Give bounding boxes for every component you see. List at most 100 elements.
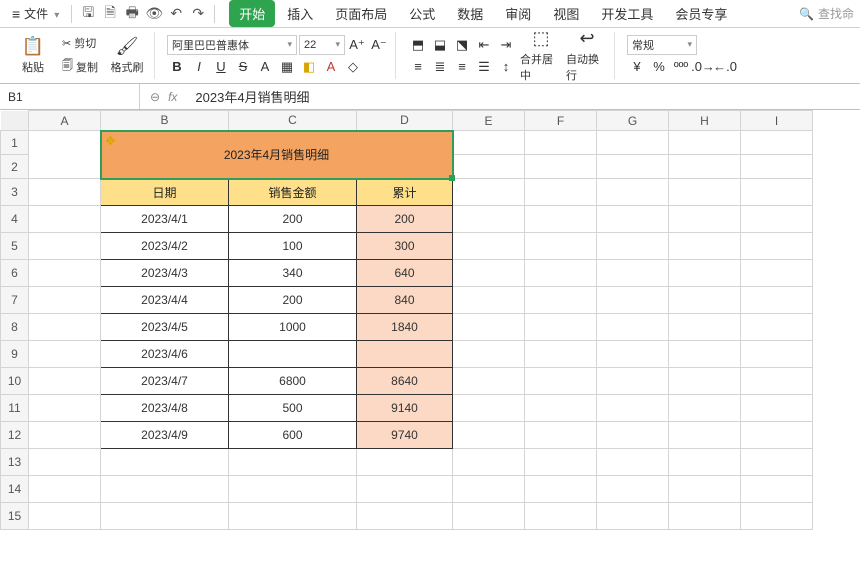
cell-empty[interactable] <box>597 341 669 368</box>
cell-empty[interactable] <box>669 368 741 395</box>
cell-empty[interactable] <box>741 260 813 287</box>
borders-button[interactable]: ▦ <box>277 57 297 77</box>
row-header-14[interactable]: 14 <box>1 476 29 503</box>
copy-button[interactable]: 🗐 复制 <box>58 55 102 78</box>
merge-center-button[interactable]: ⬚ 合并居中 <box>520 28 562 83</box>
cell-empty[interactable] <box>741 314 813 341</box>
cell-empty[interactable] <box>669 155 741 179</box>
row-header-11[interactable]: 11 <box>1 395 29 422</box>
cell-date-4[interactable]: 2023/4/1 <box>101 206 229 233</box>
select-all-corner[interactable] <box>1 111 29 131</box>
cell-amount-10[interactable]: 6800 <box>229 368 357 395</box>
cell-empty[interactable] <box>597 395 669 422</box>
cell-empty[interactable] <box>453 503 525 530</box>
cell-empty[interactable] <box>597 155 669 179</box>
decrease-decimal-icon[interactable]: ←.0 <box>715 57 735 77</box>
row-header-13[interactable]: 13 <box>1 449 29 476</box>
increase-font-icon[interactable]: A⁺ <box>347 35 367 55</box>
row-header-15[interactable]: 15 <box>1 503 29 530</box>
header-amount[interactable]: 销售金额 <box>229 179 357 206</box>
cell-A4[interactable] <box>29 206 101 233</box>
cell-empty[interactable] <box>525 131 597 155</box>
cell-empty[interactable] <box>597 287 669 314</box>
cell-empty[interactable] <box>669 179 741 206</box>
cell-accum-5[interactable]: 300 <box>357 233 453 260</box>
cell-empty[interactable] <box>741 476 813 503</box>
cell-empty[interactable] <box>669 395 741 422</box>
cell-empty[interactable] <box>453 206 525 233</box>
tab-start[interactable]: 开始 <box>229 0 275 27</box>
fill-color-button[interactable]: ◧ <box>299 57 319 77</box>
cell-empty[interactable] <box>669 503 741 530</box>
cell-empty[interactable] <box>597 314 669 341</box>
cell-empty[interactable] <box>669 476 741 503</box>
cell-A13[interactable] <box>29 449 101 476</box>
fx-icon[interactable]: fx <box>168 90 177 104</box>
font-name-select[interactable]: 阿里巴巴普惠体 <box>167 35 297 55</box>
italic-button[interactable]: I <box>189 57 209 77</box>
cell-empty[interactable] <box>525 395 597 422</box>
cell-empty[interactable] <box>669 260 741 287</box>
cell-amount-12[interactable]: 600 <box>229 422 357 449</box>
tab-member[interactable]: 会员专享 <box>665 0 737 27</box>
cell-empty[interactable] <box>525 314 597 341</box>
redo-icon[interactable]: ↷ <box>188 4 208 24</box>
row-header-10[interactable]: 10 <box>1 368 29 395</box>
cell-A1[interactable] <box>29 131 101 179</box>
cell-A10[interactable] <box>29 368 101 395</box>
cell-A6[interactable] <box>29 260 101 287</box>
row-header-7[interactable]: 7 <box>1 287 29 314</box>
tab-developer[interactable]: 开发工具 <box>591 0 663 27</box>
increase-decimal-icon[interactable]: .0→ <box>693 57 713 77</box>
align-bottom-icon[interactable]: ⬔ <box>452 35 472 55</box>
cell-empty[interactable] <box>525 422 597 449</box>
cell-A11[interactable] <box>29 395 101 422</box>
cell-empty[interactable] <box>453 233 525 260</box>
align-center-icon[interactable]: ≣ <box>430 57 450 77</box>
cell-empty[interactable] <box>741 287 813 314</box>
row-header-3[interactable]: 3 <box>1 179 29 206</box>
tab-view[interactable]: 视图 <box>543 0 589 27</box>
cell-empty[interactable] <box>453 260 525 287</box>
paste-button[interactable]: 📋 粘贴 <box>12 36 54 75</box>
cell-date-11[interactable]: 2023/4/8 <box>101 395 229 422</box>
cell-empty[interactable] <box>525 260 597 287</box>
cell-empty[interactable] <box>669 449 741 476</box>
cut-button[interactable]: ✂ 剪切 <box>58 33 102 53</box>
cell-empty[interactable] <box>597 368 669 395</box>
cell-empty[interactable] <box>525 368 597 395</box>
cell-A5[interactable] <box>29 233 101 260</box>
row-header-6[interactable]: 6 <box>1 260 29 287</box>
cell-date-12[interactable]: 2023/4/9 <box>101 422 229 449</box>
cell-empty[interactable] <box>453 476 525 503</box>
cell-empty[interactable] <box>597 131 669 155</box>
col-header-F[interactable]: F <box>525 111 597 131</box>
cell-date-5[interactable]: 2023/4/2 <box>101 233 229 260</box>
cell-B14[interactable] <box>101 476 229 503</box>
cell-empty[interactable] <box>453 395 525 422</box>
col-header-D[interactable]: D <box>357 111 453 131</box>
cell-empty[interactable] <box>741 422 813 449</box>
cell-empty[interactable] <box>669 233 741 260</box>
search-box[interactable]: 🔍 查找命 <box>799 5 854 22</box>
cell-accum-8[interactable]: 1840 <box>357 314 453 341</box>
cell-empty[interactable] <box>741 395 813 422</box>
cell-amount-7[interactable]: 200 <box>229 287 357 314</box>
col-header-I[interactable]: I <box>741 111 813 131</box>
col-header-G[interactable]: G <box>597 111 669 131</box>
clear-format-button[interactable]: ◇ <box>343 57 363 77</box>
cell-empty[interactable] <box>525 341 597 368</box>
align-top-icon[interactable]: ⬒ <box>408 35 428 55</box>
cell-empty[interactable] <box>525 476 597 503</box>
cell-empty[interactable] <box>741 368 813 395</box>
cell-accum-9[interactable] <box>357 341 453 368</box>
underline-button[interactable]: U <box>211 57 231 77</box>
row-header-1[interactable]: 1 <box>1 131 29 155</box>
header-accum[interactable]: 累计 <box>357 179 453 206</box>
undo-icon[interactable]: ↶ <box>166 4 186 24</box>
row-header-2[interactable]: 2 <box>1 155 29 179</box>
save-icon[interactable]: 🖫 <box>78 4 98 24</box>
font-effects-button[interactable]: A <box>255 57 275 77</box>
cell-date-9[interactable]: 2023/4/6 <box>101 341 229 368</box>
cell-A14[interactable] <box>29 476 101 503</box>
